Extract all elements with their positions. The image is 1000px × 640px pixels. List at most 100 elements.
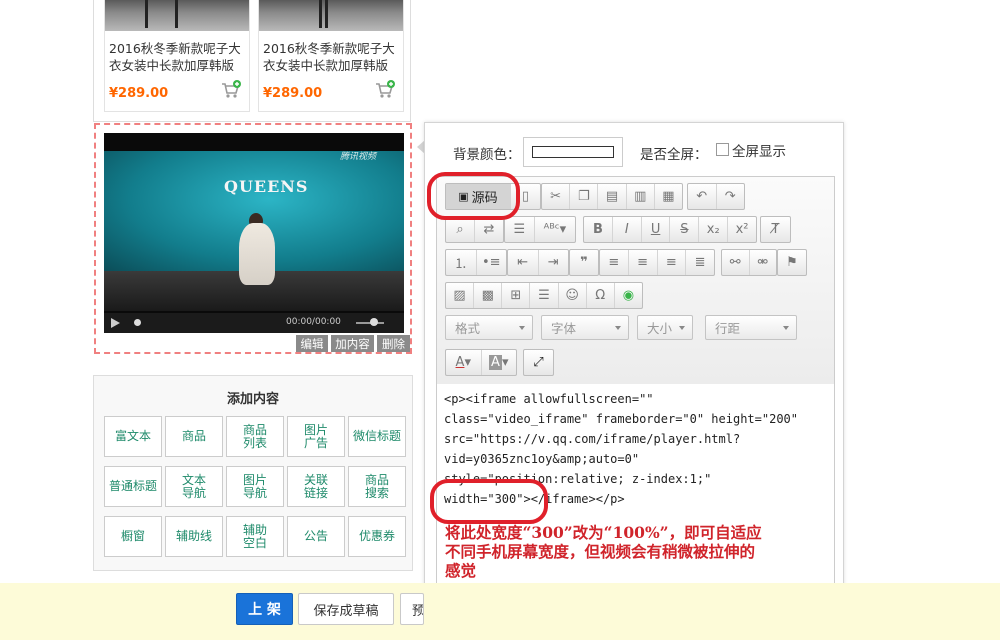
product-card[interactable]: 2016秋冬季新款呢子大衣女装中长款加厚韩版 ¥289.00 [104,0,250,112]
preview-button[interactable]: 预 [400,593,424,625]
horizontal-rule-icon[interactable]: ☰ [530,283,559,308]
video-player[interactable]: QUEENS 腾讯视频 00:00/00:00 [104,133,404,333]
strikethrough-icon[interactable]: S [670,217,700,242]
video-module[interactable]: QUEENS 腾讯视频 00:00/00:00 [94,123,412,354]
add-rich-text-button[interactable]: 富文本 [104,416,162,457]
video-watermark: 腾讯视频 [340,152,377,162]
link-icon[interactable]: ⚯ [722,250,750,275]
add-coupon-button[interactable]: 优惠券 [348,516,406,557]
replace-icon[interactable]: ⇄ [475,217,503,242]
dancer-figure [239,223,275,285]
paste-word-icon[interactable]: ▦ [655,184,682,209]
bg-color-picker[interactable] [523,137,623,167]
size-dropdown[interactable]: 大小 [637,315,693,340]
copy-icon[interactable]: ❐ [570,184,599,209]
cut-icon[interactable]: ✂ [542,184,571,209]
wechat-icon[interactable]: ◉ [615,283,642,308]
underline-icon[interactable]: U [642,217,671,242]
align-right-icon[interactable]: ≡ [658,250,687,275]
text-color-icon[interactable]: A ▾ [446,350,482,375]
superscript-icon[interactable]: x² [728,217,756,242]
add-button-label: 商品 [181,429,206,443]
code-line: vid=y0365znc1oy&amp;auto=0" [444,452,640,466]
annotation-note: 不同手机屏幕宽度，但视频会有稍微被拉伸的 [445,542,756,561]
add-product-button[interactable]: 商品 [165,416,223,457]
image-upload-icon[interactable]: ▨ [446,283,475,308]
add-button-label: 橱窗 [120,529,145,543]
table-icon[interactable]: ⊞ [502,283,531,308]
video-time: 00:00/00:00 [286,317,341,327]
add-button-label: 普通标题 [108,479,157,493]
add-button-label: 图片 导航 [242,472,267,500]
maximize-icon[interactable]: ⤢ [524,350,553,375]
video-controls[interactable]: 00:00/00:00 [104,313,404,333]
edit-button[interactable]: 编辑 [296,335,328,352]
paste-text-icon[interactable]: ▥ [627,184,655,209]
italic-icon[interactable]: I [613,217,642,242]
code-line: class="video_iframe" frameborder="0" hei… [444,412,799,426]
product-image [105,0,249,31]
add-button-label: 文本 导航 [181,472,206,500]
volume-handle[interactable] [370,318,378,326]
paste-icon[interactable]: ▤ [598,184,627,209]
add-to-cart-icon[interactable] [221,80,241,100]
unordered-list-icon[interactable]: •≡ [477,250,507,275]
subscript-icon[interactable]: x₂ [699,217,729,242]
anchor-flag-icon[interactable]: ⚑ [778,250,806,275]
product-price: ¥289.00 [263,86,323,101]
add-button-label: 关联 链接 [303,472,328,500]
special-char-icon[interactable]: Ω [587,283,615,308]
blockquote-icon[interactable]: ❞ [570,250,598,275]
remove-format-icon[interactable]: T̸ [761,217,790,242]
find-icon[interactable]: ⌕ [446,217,475,242]
add-notice-button[interactable]: 公告 [287,516,345,557]
add-button-label: 商品 列表 [242,422,267,450]
save-draft-button[interactable]: 保存成草稿 [298,593,394,625]
add-spacer-button[interactable]: 辅助 空白 [226,516,284,557]
add-button-label: 公告 [303,529,328,543]
add-image-ad-button[interactable]: 图片 广告 [287,416,345,457]
add-content-button[interactable]: 加内容 [331,335,374,352]
delete-button[interactable]: 删除 [377,335,410,352]
align-left-icon[interactable]: ≡ [600,250,629,275]
fullscreen-checkbox[interactable] [716,143,729,156]
spellcheck-icon[interactable]: ᴬᴮᶜ▾ [535,217,575,242]
product-card[interactable]: 2016秋冬季新款呢子大衣女装中长款加厚韩版 ¥289.00 [258,0,404,112]
bg-color-icon[interactable]: A ▾ [482,350,517,375]
add-product-search-button[interactable]: 商品 搜索 [348,466,406,507]
bold-icon[interactable]: B [584,217,613,242]
add-product-list-button[interactable]: 商品 列表 [226,416,284,457]
align-justify-icon[interactable]: ≣ [686,250,714,275]
image-icon[interactable]: ▩ [474,283,503,308]
ordered-list-icon[interactable]: ⒈ [446,250,477,275]
add-text-nav-button[interactable]: 文本 导航 [165,466,223,507]
undo-icon[interactable]: ↶ [688,184,717,209]
progress-handle[interactable] [134,319,141,326]
emoticon-icon[interactable]: ☺ [559,283,587,308]
align-center-icon[interactable]: ≡ [629,250,658,275]
font-dropdown[interactable]: 字体 [541,315,629,340]
annotation-note: 感觉 [445,561,477,580]
line-height-dropdown[interactable]: 行距 [705,315,797,340]
annotation-note: 将此处宽度“300”改为“100%”，即可自适应 [445,523,762,542]
add-wechat-title-button[interactable]: 微信标题 [348,416,406,457]
fullscreen-label: 是否全屏： [640,147,708,163]
add-related-link-button[interactable]: 关联 链接 [287,466,345,507]
format-dropdown[interactable]: 格式 [445,315,533,340]
add-button-label: 图片 广告 [303,422,328,450]
add-image-nav-button[interactable]: 图片 导航 [226,466,284,507]
fullscreen-option-label: 全屏显示 [732,144,786,160]
add-plain-title-button[interactable]: 普通标题 [104,466,162,507]
unlink-icon[interactable]: ⚮ [750,250,777,275]
add-showcase-button[interactable]: 橱窗 [104,516,162,557]
publish-button[interactable]: 上 架 [236,593,293,625]
select-all-icon[interactable]: ☰ [505,217,535,242]
redo-icon[interactable]: ↷ [717,184,745,209]
bottom-action-bar [0,583,1000,640]
play-icon[interactable] [111,318,120,328]
source-button-highlight [427,172,520,220]
add-divider-button[interactable]: 辅助线 [165,516,223,557]
add-to-cart-icon[interactable] [375,80,395,100]
outdent-icon[interactable]: ⇤ [508,250,539,275]
indent-icon[interactable]: ⇥ [539,250,569,275]
